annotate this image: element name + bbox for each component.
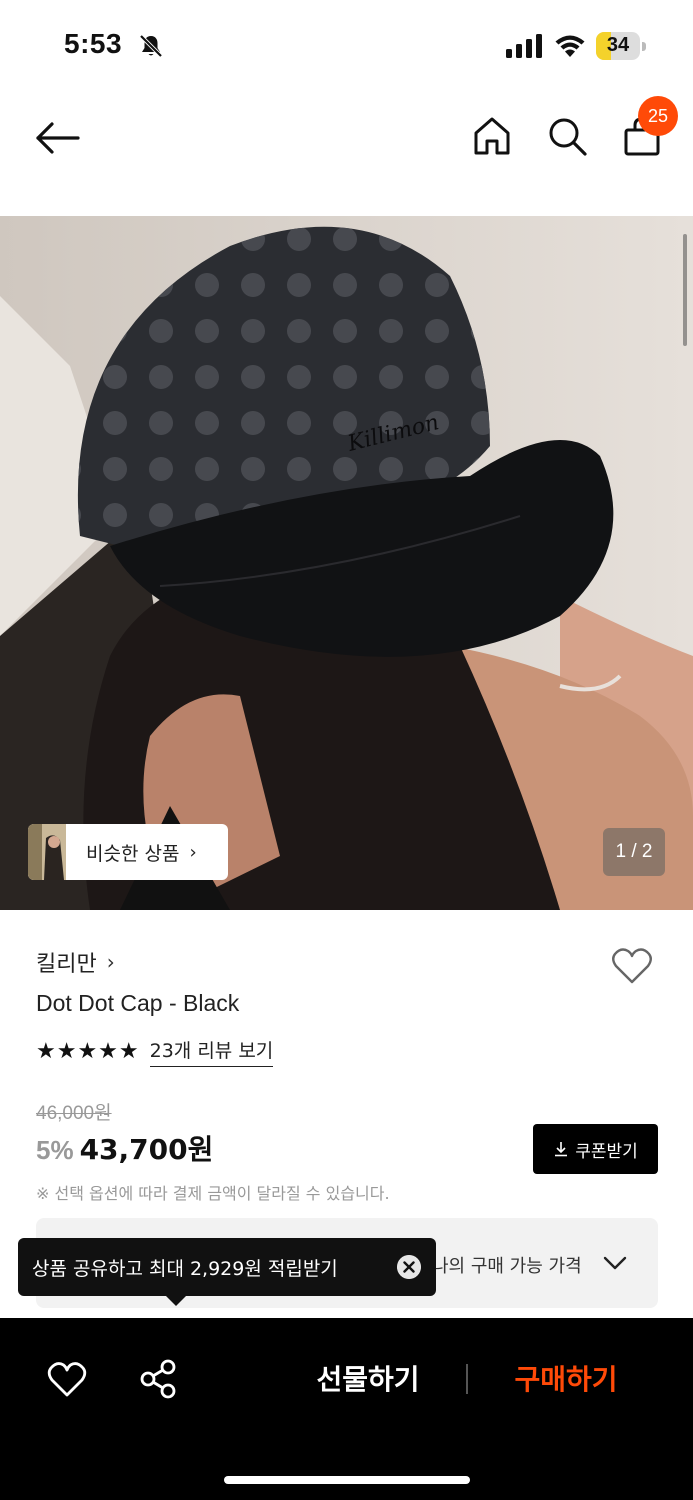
status-time: 5:53 xyxy=(64,28,123,59)
similar-product-thumbnail xyxy=(28,824,66,880)
top-navigation: 25 xyxy=(0,92,693,216)
product-title: Dot Dot Cap - Black xyxy=(36,990,240,1016)
rating-stars: ★★★★★ xyxy=(36,1039,140,1064)
original-price: 46,000원 xyxy=(36,1103,112,1124)
battery-level: 34 xyxy=(606,34,630,56)
buy-button[interactable]: 구매하기 xyxy=(498,1358,634,1402)
image-scrollbar[interactable] xyxy=(683,234,687,346)
sale-price: 43,700원 xyxy=(79,1133,214,1166)
rating-row: ★★★★★ 23개 리뷰 보기 xyxy=(36,1036,274,1067)
arrow-left-icon[interactable] xyxy=(32,116,82,160)
home-indicator[interactable] xyxy=(224,1476,470,1484)
price-notice: ※ 선택 옵션에 따라 결제 금액이 달라질 수 있습니다. xyxy=(36,1184,390,1203)
chevron-down-icon xyxy=(603,1256,627,1270)
product-photo: Killimon xyxy=(0,216,693,910)
tooltip-pointer xyxy=(166,1296,186,1306)
coupon-label: 쿠폰받기 xyxy=(575,1141,638,1162)
similar-products-button[interactable]: 비슷한 상품 › xyxy=(28,824,228,880)
cart-count-badge: 25 xyxy=(638,96,678,136)
brand-link[interactable]: 킬리만 › xyxy=(36,946,115,978)
image-page-indicator: 1 / 2 xyxy=(603,828,665,876)
search-icon[interactable] xyxy=(545,114,589,158)
bell-slash-icon xyxy=(139,34,163,58)
divider xyxy=(466,1364,468,1394)
similar-products-label: 비슷한 상품 xyxy=(86,842,180,865)
share-reward-tooltip: 상품 공유하고 최대 2,929원 적립받기 xyxy=(18,1238,436,1306)
share-icon[interactable] xyxy=(138,1358,178,1400)
home-icon[interactable] xyxy=(470,114,514,158)
coupon-download-button[interactable]: 쿠폰받기 xyxy=(533,1124,658,1174)
gift-button[interactable]: 선물하기 xyxy=(300,1358,436,1402)
review-link[interactable]: 23개 리뷰 보기 xyxy=(149,1036,274,1067)
brand-name: 킬리만 xyxy=(36,952,97,977)
tooltip-text: 상품 공유하고 최대 2,929원 적립받기 xyxy=(32,1258,338,1280)
chevron-right-icon: › xyxy=(106,950,115,974)
chevron-right-icon: › xyxy=(189,841,197,863)
cellular-signal-icon xyxy=(506,34,542,58)
product-image-carousel[interactable]: Killimon 비슷한 상품 › 1 / 2 xyxy=(0,216,693,910)
heart-outline-icon[interactable] xyxy=(46,1360,88,1400)
wifi-icon xyxy=(555,35,585,57)
price-row: 5% 43,700원 xyxy=(36,1128,213,1168)
close-icon[interactable] xyxy=(397,1255,421,1279)
status-bar: 5:53 34 xyxy=(0,0,693,92)
bottom-action-bar: 선물하기 구매하기 xyxy=(0,1318,693,1500)
available-price-label: 나의 구매 가능 가격 xyxy=(432,1256,582,1277)
download-icon xyxy=(555,1142,568,1157)
discount-rate: 5% xyxy=(36,1135,74,1165)
battery-icon: 34 xyxy=(596,32,646,60)
heart-outline-icon[interactable] xyxy=(610,946,654,986)
